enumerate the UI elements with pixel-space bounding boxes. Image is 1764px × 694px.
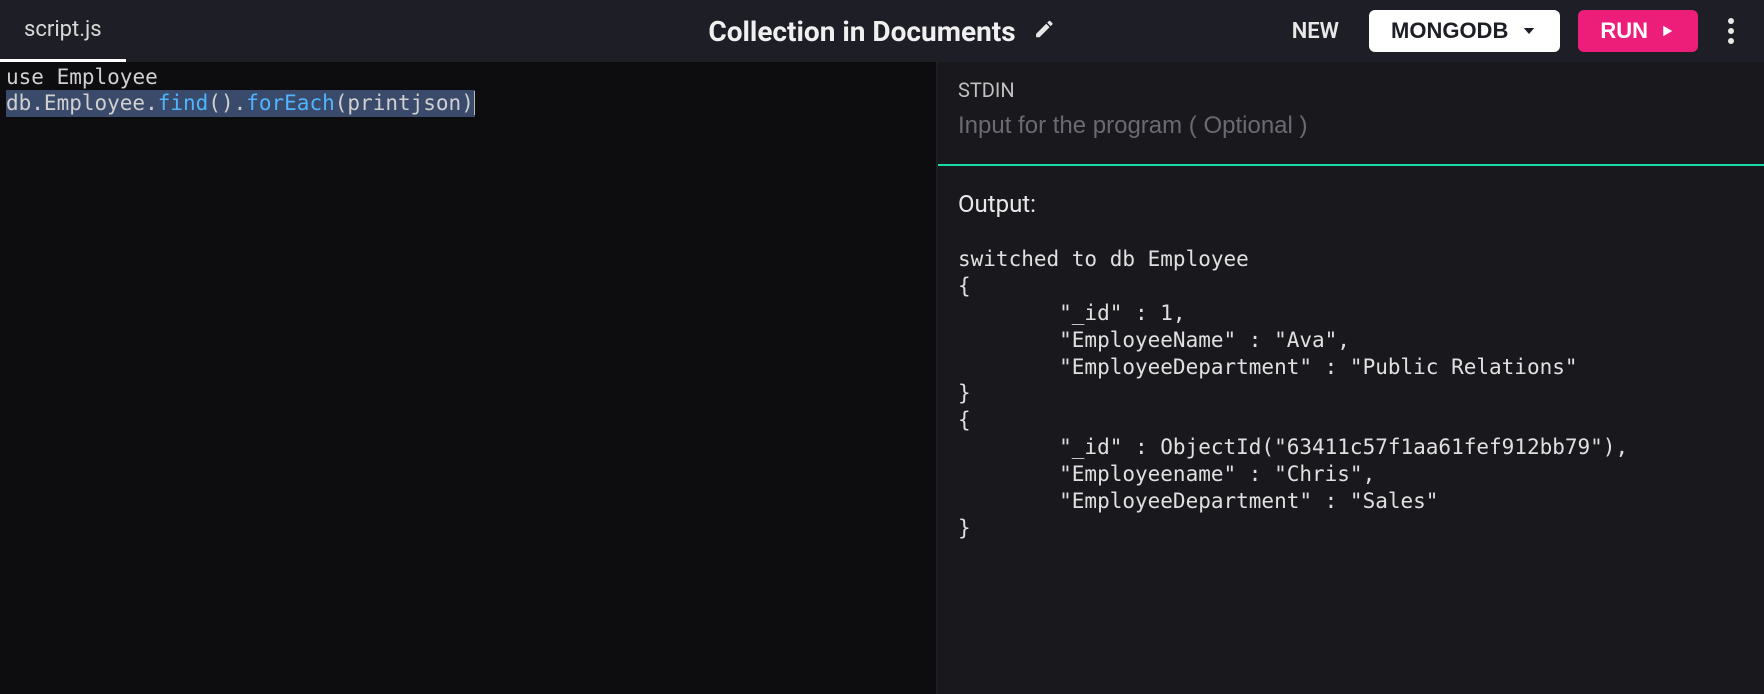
code-token: printjson	[347, 91, 461, 115]
code-token: (	[335, 91, 348, 115]
main-area: use Employee db.Employee.find().forEach(…	[0, 62, 1764, 694]
output-text: switched to db Employee { "_id" : 1, "Em…	[958, 246, 1744, 542]
more-menu-button[interactable]	[1716, 11, 1746, 51]
language-select-label: MONGODB	[1391, 18, 1508, 44]
language-select-button[interactable]: MONGODB	[1369, 10, 1560, 52]
right-pane: STDIN Output: switched to db Employee { …	[936, 62, 1764, 694]
output-block: Output: switched to db Employee { "_id" …	[938, 166, 1764, 694]
editor-line: db.Employee.find().forEach(printjson)	[0, 90, 936, 116]
stdin-block: STDIN	[938, 62, 1764, 166]
chevron-down-icon	[1520, 22, 1538, 40]
stdin-input[interactable]	[958, 112, 1744, 140]
kebab-icon	[1728, 18, 1734, 44]
play-icon	[1658, 22, 1676, 40]
file-tab[interactable]: script.js	[0, 0, 126, 62]
output-title: Output:	[958, 190, 1744, 218]
stdin-label: STDIN	[958, 78, 1744, 102]
code-editor[interactable]: use Employee db.Employee.find().forEach(…	[0, 62, 936, 694]
new-button[interactable]: NEW	[1280, 19, 1351, 44]
file-tab-label: script.js	[24, 17, 102, 42]
run-button-label: RUN	[1600, 18, 1648, 44]
page-title: Collection in Documents	[708, 15, 1015, 48]
code-token: find	[158, 91, 209, 115]
code-token: ().	[208, 91, 246, 115]
top-bar: script.js Collection in Documents NEW MO…	[0, 0, 1764, 62]
code-token: forEach	[246, 91, 335, 115]
run-button[interactable]: RUN	[1578, 10, 1698, 52]
code-token: )	[461, 91, 475, 115]
right-controls: NEW MONGODB RUN	[1280, 10, 1764, 52]
editor-line: use Employee	[0, 64, 936, 90]
code-token: Employee	[44, 65, 158, 89]
title-wrap: Collection in Documents	[708, 15, 1055, 48]
code-token: use	[6, 65, 44, 89]
code-token: db.Employee.	[6, 91, 158, 115]
edit-title-icon[interactable]	[1034, 18, 1056, 44]
